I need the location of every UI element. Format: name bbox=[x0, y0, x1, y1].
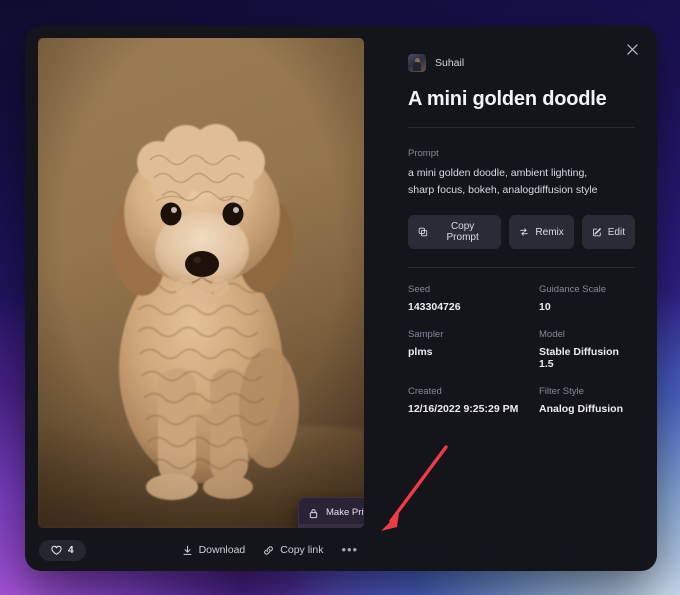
image-details-pane: Suhail A mini golden doodle Prompt a min… bbox=[380, 26, 657, 571]
bottom-actions: Download Copy link ••• bbox=[182, 543, 359, 556]
author-row[interactable]: Suhail bbox=[408, 54, 635, 72]
remix-button[interactable]: Remix bbox=[509, 215, 574, 249]
generated-image-pane[interactable]: Make Private Upscale by 4x bbox=[38, 38, 364, 528]
metadata-label: Created bbox=[408, 386, 442, 397]
author-name: Suhail bbox=[435, 57, 465, 69]
metadata-label: Model bbox=[539, 329, 565, 340]
page-backdrop: Make Private Upscale by 4x bbox=[0, 0, 680, 595]
image-context-menu[interactable]: Make Private Upscale by 4x bbox=[298, 497, 364, 528]
edit-icon bbox=[592, 228, 601, 237]
prompt-text: a mini golden doodle, ambient lighting, … bbox=[408, 167, 598, 196]
copy-icon bbox=[418, 227, 428, 237]
metadata-field-guidance-scale: Guidance Scale 10 bbox=[539, 284, 635, 313]
menu-item-make-private[interactable]: Make Private bbox=[299, 502, 364, 524]
link-icon bbox=[264, 545, 274, 555]
divider bbox=[408, 127, 635, 128]
copy-link-button[interactable]: Copy link bbox=[263, 544, 323, 556]
metadata-field-sampler: Sampler plms bbox=[408, 329, 539, 370]
prompt-block: Prompt a mini golden doodle, ambient lig… bbox=[408, 148, 635, 199]
metadata-value: 10 bbox=[539, 301, 551, 313]
prompt-buttons: Copy Prompt Remix Edit bbox=[408, 215, 635, 249]
divider bbox=[408, 267, 635, 268]
metadata-field-model: Model Stable Diffusion 1.5 bbox=[539, 329, 635, 370]
download-button[interactable]: Download bbox=[182, 544, 246, 556]
metadata-value: 12/16/2022 9:25:29 PM bbox=[408, 403, 519, 415]
image-detail-modal: Make Private Upscale by 4x bbox=[25, 26, 657, 571]
metadata-field-filter-style: Filter Style Analog Diffusion bbox=[539, 386, 635, 415]
metadata-label: Filter Style bbox=[539, 386, 584, 397]
metadata-field-created: Created 12/16/2022 9:25:29 PM bbox=[408, 386, 539, 415]
metadata-label: Seed bbox=[408, 284, 431, 295]
metadata-value: Analog Diffusion bbox=[539, 403, 623, 415]
download-label: Download bbox=[198, 544, 246, 556]
metadata-label: Sampler bbox=[408, 329, 444, 340]
copy-link-label: Copy link bbox=[280, 544, 324, 556]
image-action-bar: 4 Download Copy link ••• bbox=[25, 529, 377, 571]
download-icon bbox=[183, 545, 192, 555]
remix-label: Remix bbox=[535, 226, 564, 238]
like-count: 4 bbox=[68, 544, 74, 556]
avatar bbox=[408, 54, 426, 72]
copy-prompt-label: Copy Prompt bbox=[446, 221, 479, 243]
metadata-value: plms bbox=[408, 346, 433, 358]
menu-item-label: Make Private bbox=[326, 507, 364, 518]
edit-button[interactable]: Edit bbox=[581, 215, 635, 249]
like-button[interactable]: 4 bbox=[39, 539, 86, 561]
lock-icon bbox=[308, 508, 319, 519]
close-icon bbox=[626, 43, 638, 55]
edit-label: Edit bbox=[607, 226, 625, 238]
metadata-grid: Seed 143304726 Guidance Scale 10 Sampler… bbox=[408, 284, 635, 415]
metadata-field-seed: Seed 143304726 bbox=[408, 284, 539, 313]
prompt-label: Prompt bbox=[408, 148, 439, 159]
close-button[interactable] bbox=[621, 38, 643, 60]
generated-image[interactable] bbox=[38, 38, 364, 528]
more-options-button[interactable]: ••• bbox=[341, 543, 358, 556]
menu-item-upscale[interactable]: Upscale by 4x bbox=[299, 524, 364, 528]
metadata-value: Stable Diffusion 1.5 bbox=[539, 346, 619, 370]
remix-icon bbox=[520, 228, 529, 236]
copy-prompt-button[interactable]: Copy Prompt bbox=[408, 215, 502, 249]
metadata-value: 143304726 bbox=[408, 301, 461, 313]
metadata-label: Guidance Scale bbox=[539, 284, 607, 295]
page-title: A mini golden doodle bbox=[408, 88, 607, 110]
heart-icon bbox=[51, 545, 62, 555]
